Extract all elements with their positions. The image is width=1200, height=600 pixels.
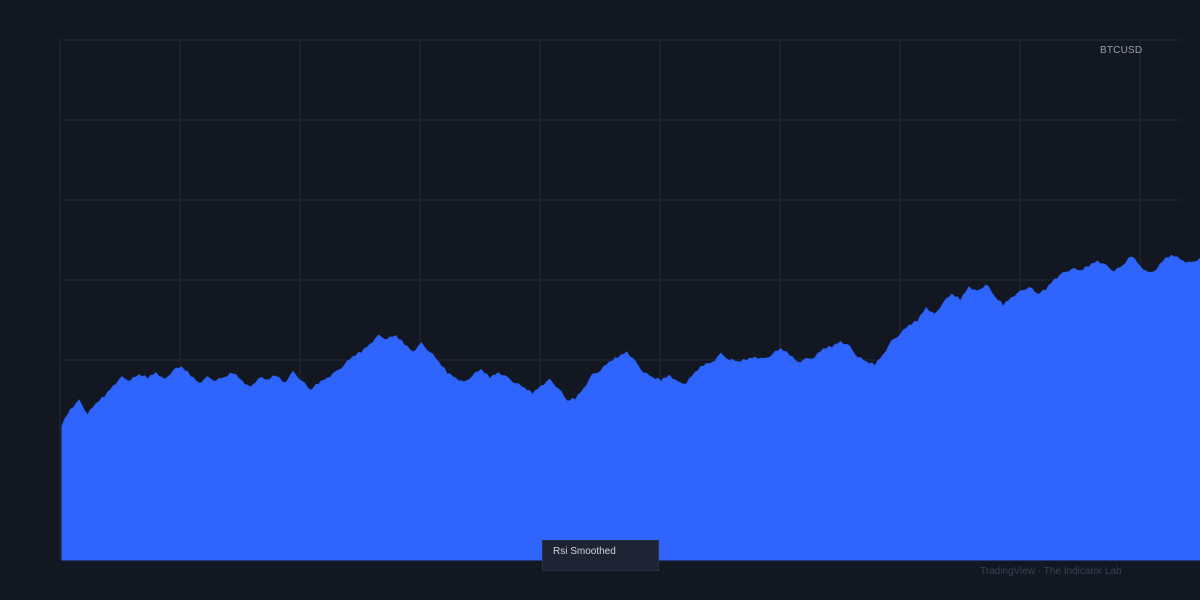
legend-series-label: Rsi Smoothed	[553, 546, 616, 557]
series-area-rsi-smoothed	[61, 254, 1200, 561]
series-legend[interactable]: Rsi Smoothed	[542, 540, 659, 571]
credit-text: TradingView · The Indicator Lab	[980, 566, 1122, 577]
symbol-label: BTCUSD	[1100, 45, 1143, 56]
area-series	[61, 254, 1200, 561]
rsi-area-chart	[59, 39, 1200, 561]
